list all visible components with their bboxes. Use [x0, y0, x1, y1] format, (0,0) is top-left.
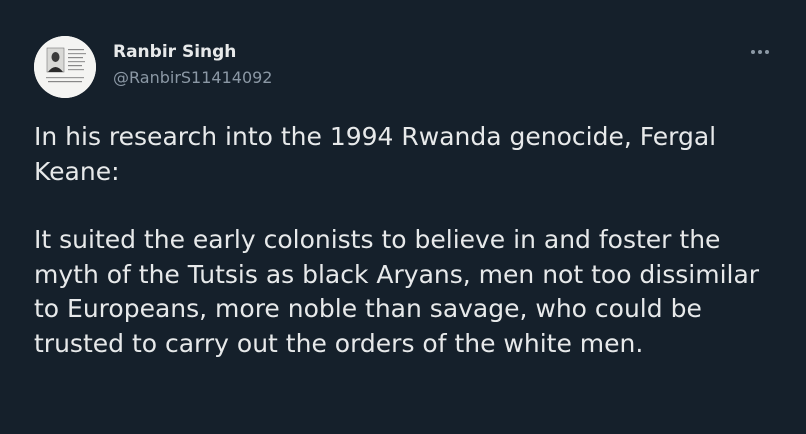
tweet-text: In his research into the 1994 Rwanda gen…: [34, 120, 778, 361]
avatar[interactable]: [34, 36, 96, 98]
author-handle[interactable]: @RanbirS11414092: [113, 68, 272, 88]
more-options-button[interactable]: [742, 40, 778, 64]
avatar-image: [34, 36, 96, 98]
tweet-paragraph: In his research into the 1994 Rwanda gen…: [34, 122, 717, 186]
tweet-paragraph: It suited the early colonists to believe…: [34, 225, 760, 358]
more-horizontal-icon: [751, 50, 769, 54]
tweet-card: Ranbir Singh @RanbirS11414092 In his res…: [0, 0, 806, 434]
author-name[interactable]: Ranbir Singh: [113, 42, 236, 62]
